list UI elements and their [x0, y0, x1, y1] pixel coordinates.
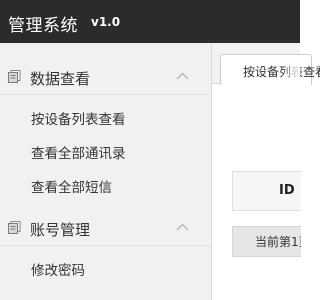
app-title: 管理系统	[8, 16, 78, 36]
sidebar-item-device-list[interactable]: 按设备列表查看	[0, 100, 211, 134]
sidebar-section-label: 账号管理	[30, 221, 91, 239]
tab-strip: 按设备列表查看	[212, 43, 320, 85]
sidebar: 数据查看 按设备列表查看 查看全部通讯录 查看全部短信 账号管理 修改密码	[0, 43, 212, 300]
tab-fade	[282, 55, 300, 85]
sidebar-section-label: 数据查看	[30, 70, 91, 88]
table-header: ID	[232, 171, 301, 211]
column-header-id: ID	[279, 183, 295, 198]
sidebar-section-data-view[interactable]: 数据查看	[0, 60, 211, 95]
sidebar-item-label: 查看全部通讯录	[31, 146, 126, 162]
pager-bar: 当前第1页	[232, 226, 301, 257]
document-stack-icon	[8, 221, 21, 234]
sidebar-item-all-contacts[interactable]: 查看全部通讯录	[0, 134, 211, 168]
main-content: 按设备列表查看 ID 当前第1页	[212, 43, 320, 300]
sidebar-item-change-password[interactable]: 修改密码	[0, 251, 211, 285]
sidebar-item-label: 修改密码	[31, 263, 85, 279]
sidebar-item-label: 按设备列表查看	[31, 112, 126, 128]
document-stack-icon	[8, 70, 21, 83]
app-version: v1.0	[91, 15, 121, 29]
sidebar-item-label: 查看全部短信	[31, 180, 112, 196]
sidebar-section-account[interactable]: 账号管理	[0, 211, 211, 246]
chevron-up-icon[interactable]	[176, 72, 189, 80]
pager-text: 当前第1页	[255, 235, 301, 249]
chevron-up-icon[interactable]	[176, 223, 189, 231]
top-bar: 管理系统 v1.0	[0, 0, 300, 43]
sidebar-item-all-sms[interactable]: 查看全部短信	[0, 168, 211, 202]
